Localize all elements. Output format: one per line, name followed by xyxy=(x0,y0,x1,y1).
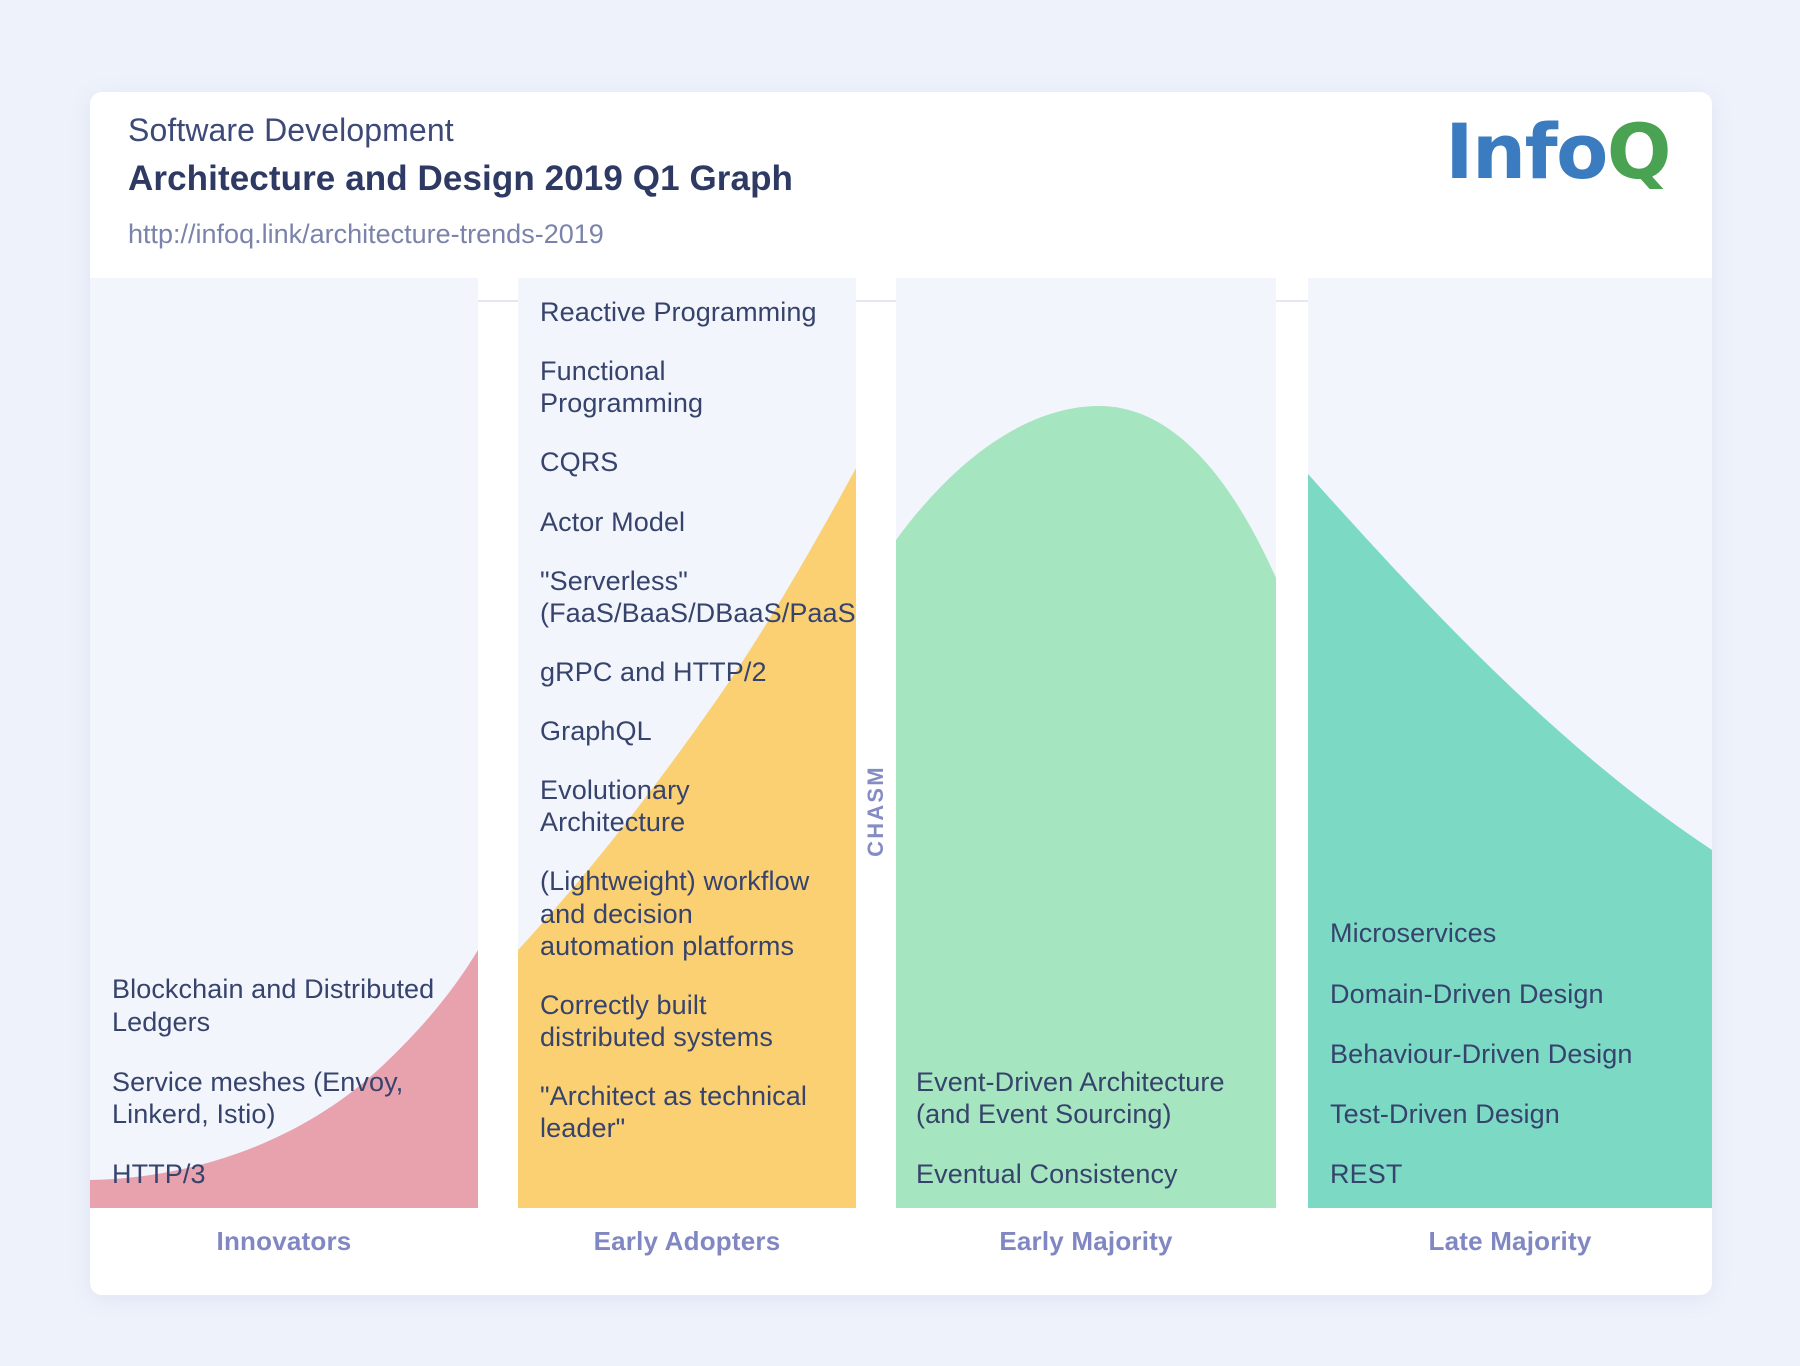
chasm-label: CHASM xyxy=(863,765,889,857)
column-early-majority: Event-Driven Architecture (and Event Sou… xyxy=(896,278,1276,1208)
innovators-item-list: Blockchain and Distributed Ledgers Servi… xyxy=(90,973,478,1208)
column-early-adopters: Reactive Programming Functional Programm… xyxy=(518,278,856,1208)
list-item: Functional Programming xyxy=(540,355,834,419)
list-item: Test-Driven Design xyxy=(1330,1098,1690,1130)
card-header: Software Development Architecture and De… xyxy=(90,92,1712,302)
list-item: (Lightweight) workflow and decision auto… xyxy=(540,865,834,961)
eyebrow-text: Software Development xyxy=(128,110,793,152)
list-item: Blockchain and Distributed Ledgers xyxy=(112,973,460,1037)
late-majority-item-list: Microservices Domain-Driven Design Behav… xyxy=(1308,917,1712,1208)
logo-q-text: Q xyxy=(1607,107,1670,196)
list-item: Reactive Programming xyxy=(540,296,834,328)
list-item: Domain-Driven Design xyxy=(1330,978,1690,1010)
axis-label-innovators: Innovators xyxy=(90,1226,478,1257)
list-item: "Architect as technical leader" xyxy=(540,1080,834,1144)
column-innovators: Blockchain and Distributed Ledgers Servi… xyxy=(90,278,478,1208)
source-url: http://infoq.link/architecture-trends-20… xyxy=(128,217,793,252)
list-item: Event-Driven Architecture (and Event Sou… xyxy=(916,1066,1254,1130)
axis-label-early-majority: Early Majority xyxy=(896,1226,1276,1257)
list-item: Service meshes (Envoy, Linkerd, Istio) xyxy=(112,1066,460,1130)
list-item: CQRS xyxy=(540,446,834,478)
chasm-gap: CHASM xyxy=(856,278,896,1208)
axis-label-late-majority: Late Majority xyxy=(1308,1226,1712,1257)
infographic-stage: Software Development Architecture and De… xyxy=(0,0,1800,1366)
infographic-card: Software Development Architecture and De… xyxy=(90,92,1712,1295)
logo-info-text: Info xyxy=(1445,107,1607,196)
adoption-curve-chart: Blockchain and Distributed Ledgers Servi… xyxy=(90,278,1712,1295)
list-item: Microservices xyxy=(1330,917,1690,949)
list-item: HTTP/3 xyxy=(112,1158,460,1190)
list-item: REST xyxy=(1330,1158,1690,1190)
list-item: Correctly built distributed systems xyxy=(540,989,834,1053)
column-late-majority: Microservices Domain-Driven Design Behav… xyxy=(1308,278,1712,1208)
list-item: GraphQL xyxy=(540,715,834,747)
list-item: "Serverless" (FaaS/BaaS/DBaaS/PaaS) xyxy=(540,565,834,629)
header-text-block: Software Development Architecture and De… xyxy=(128,110,793,252)
list-item: Actor Model xyxy=(540,506,834,538)
early-majority-item-list: Event-Driven Architecture (and Event Sou… xyxy=(896,1066,1276,1208)
early-adopters-item-list: Reactive Programming Functional Programm… xyxy=(518,296,856,1189)
list-item: Eventual Consistency xyxy=(916,1158,1254,1190)
axis-label-early-adopters: Early Adopters xyxy=(518,1226,856,1257)
list-item: gRPC and HTTP/2 xyxy=(540,656,834,688)
list-item: Behaviour-Driven Design xyxy=(1330,1038,1690,1070)
list-item: Evolutionary Architecture xyxy=(540,774,834,838)
axis-category-labels: Innovators Early Adopters Early Majority… xyxy=(90,1226,1712,1286)
infoq-logo: InfoQ xyxy=(1445,114,1670,190)
page-title: Architecture and Design 2019 Q1 Graph xyxy=(128,156,793,202)
